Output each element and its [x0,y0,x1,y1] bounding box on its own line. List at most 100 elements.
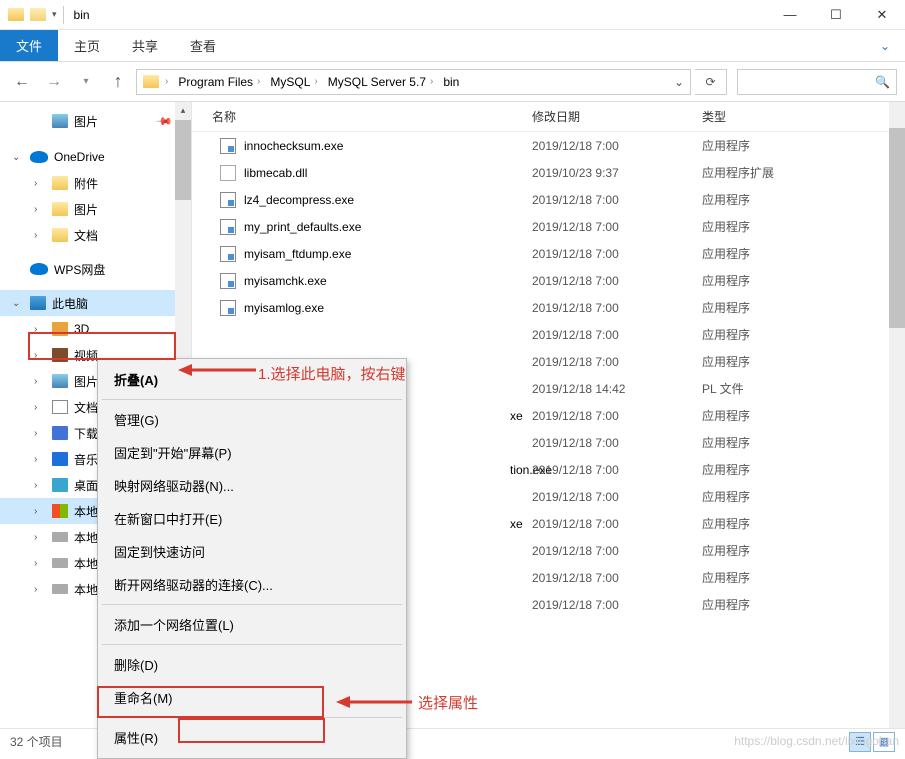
context-menu-item[interactable]: 重命名(M) [100,681,404,714]
expand-icon[interactable]: › [34,402,46,413]
expand-icon[interactable]: › [34,532,46,543]
table-row[interactable]: 2019/12/18 7:00应用程序 [192,321,905,348]
file-name: xe [510,517,523,531]
column-name[interactable]: 名称 [212,108,532,125]
expand-icon[interactable]: ⌄ [12,298,24,309]
table-row[interactable]: myisamlog.exe2019/12/18 7:00应用程序 [192,294,905,321]
context-menu-item[interactable]: 删除(D) [100,648,404,681]
expand-icon[interactable]: ⌄ [12,152,24,163]
sidebar-item-docs[interactable]: › 文档 [0,222,191,248]
up-button[interactable]: ↑ [104,68,132,96]
scroll-thumb[interactable] [175,120,191,200]
context-menu-item[interactable]: 添加一个网络位置(L) [100,608,404,641]
file-name: my_print_defaults.exe [244,220,361,234]
context-menu-item[interactable]: 固定到快速访问 [100,535,404,568]
file-date: 2019/12/18 7:00 [532,571,702,585]
sidebar-item-thispc[interactable]: ⌄ 此电脑 [0,290,191,316]
file-icon [220,273,236,289]
context-menu-item[interactable]: 属性(R) [100,721,404,754]
chevron-right-icon[interactable]: › [165,76,168,87]
expand-icon[interactable]: › [34,506,46,517]
expand-icon[interactable]: › [34,178,46,189]
column-type[interactable]: 类型 [702,108,905,125]
sidebar-item-onedrive[interactable]: ⌄OneDrive [0,144,191,170]
expand-icon[interactable]: › [34,428,46,439]
tab-home[interactable]: 主页 [58,30,116,61]
scroll-up-icon[interactable]: ▴ [175,102,191,118]
pin-icon: 📌 [155,112,174,131]
nav-row: ← → ▾ ↑ › Program Files› MySQL› MySQL Se… [0,62,905,102]
close-button[interactable]: ✕ [859,0,905,30]
file-date: 2019/12/18 7:00 [532,598,702,612]
context-menu-item[interactable]: 固定到"开始"屏幕(P) [100,436,404,469]
sidebar-item-wps[interactable]: WPS网盘 [0,256,191,282]
context-menu-item[interactable]: 断开网络驱动器的连接(C)... [100,568,404,601]
breadcrumb[interactable]: MySQL› [266,75,321,89]
breadcrumb[interactable]: Program Files› [174,75,264,89]
expand-icon[interactable]: › [34,558,46,569]
file-date: 2019/12/18 7:00 [532,193,702,207]
sidebar-item-label: 此电脑 [52,295,88,312]
sidebar-item-label: 音乐 [74,451,98,468]
file-type: 应用程序 [702,461,750,478]
window-title: bin [74,8,90,22]
tab-share[interactable]: 共享 [116,30,174,61]
cloud-icon [30,263,48,275]
scroll-thumb[interactable] [889,128,905,328]
address-dropdown-icon[interactable]: ⌄ [668,75,690,89]
titlebar: ▾ bin — ☐ ✕ [0,0,905,30]
qat-overflow-icon[interactable]: ▾ [52,9,57,20]
table-row[interactable]: libmecab.dll2019/10/23 9:37应用程序扩展 [192,159,905,186]
sidebar-item-label: 文档 [74,227,98,244]
sidebar-item-attach[interactable]: ›附件 [0,170,191,196]
file-name: myisamchk.exe [244,274,327,288]
context-menu-item[interactable]: 在新窗口中打开(E) [100,502,404,535]
file-type: 应用程序 [702,353,750,370]
file-name: libmecab.dll [244,166,307,180]
table-row[interactable]: innochecksum.exe2019/12/18 7:00应用程序 [192,132,905,159]
folder-icon [52,228,68,242]
context-menu-item[interactable]: 映射网络驱动器(N)... [100,469,404,502]
context-menu-item[interactable]: 折叠(A) [100,363,404,396]
recent-dropdown[interactable]: ▾ [72,68,100,96]
file-type: 应用程序扩展 [702,164,774,181]
expand-icon[interactable]: › [34,454,46,465]
file-date: 2019/12/18 7:00 [532,355,702,369]
file-type: 应用程序 [702,191,750,208]
sidebar-item-three[interactable]: ›3D [0,316,191,342]
file-type: 应用程序 [702,245,750,262]
expand-icon[interactable]: › [34,584,46,595]
address-bar[interactable]: › Program Files› MySQL› MySQL Server 5.7… [136,69,691,95]
sidebar-item-pics2[interactable]: ›图片 [0,196,191,222]
refresh-button[interactable]: ⟳ [695,69,727,95]
drive-icon [52,558,68,568]
table-row[interactable]: myisamchk.exe2019/12/18 7:00应用程序 [192,267,905,294]
column-date[interactable]: 修改日期 [532,108,702,125]
ribbon-help-icon[interactable]: ⌄ [865,30,905,61]
folder-icon[interactable] [30,8,46,21]
expand-icon[interactable]: › [34,376,46,387]
expand-icon[interactable]: › [34,230,46,241]
minimize-button[interactable]: — [767,0,813,30]
back-button[interactable]: ← [8,68,36,96]
table-row[interactable]: my_print_defaults.exe2019/12/18 7:00应用程序 [192,213,905,240]
maximize-button[interactable]: ☐ [813,0,859,30]
expand-icon[interactable]: › [34,324,46,335]
file-name: lz4_decompress.exe [244,193,354,207]
forward-button[interactable]: → [40,68,68,96]
table-row[interactable]: lz4_decompress.exe 2019/12/18 7:00应用程序 [192,186,905,213]
breadcrumb[interactable]: bin [439,75,463,89]
file-name: myisamlog.exe [244,301,324,315]
file-date: 2019/12/18 14:42 [532,382,702,396]
expand-icon[interactable]: › [34,350,46,361]
tab-file[interactable]: 文件 [0,30,58,61]
win-icon [52,504,68,518]
sidebar-item-pictures[interactable]: 图片📌 [0,108,191,134]
table-row[interactable]: myisam_ftdump.exe2019/12/18 7:00应用程序 [192,240,905,267]
expand-icon[interactable]: › [34,480,46,491]
context-menu-item[interactable]: 管理(G) [100,403,404,436]
expand-icon[interactable]: › [34,204,46,215]
search-input[interactable]: 🔍 [737,69,897,95]
breadcrumb[interactable]: MySQL Server 5.7› [324,75,438,89]
tab-view[interactable]: 查看 [174,30,232,61]
